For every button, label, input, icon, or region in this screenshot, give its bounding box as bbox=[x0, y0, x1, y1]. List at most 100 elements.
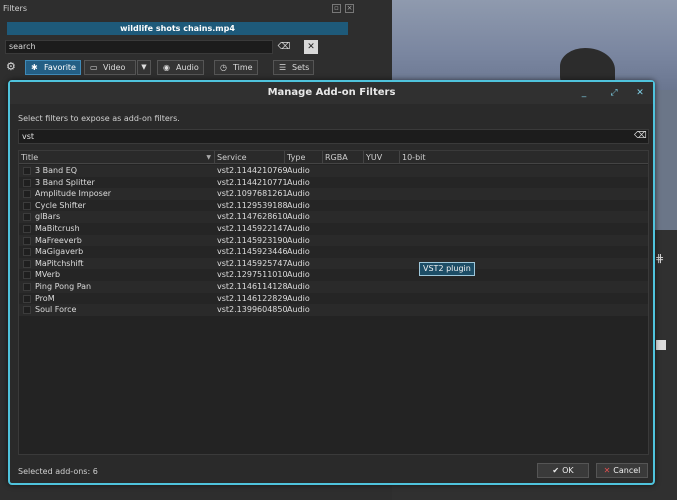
table-row[interactable]: 3 Band Splitter vst2.1144210771 Audio bbox=[19, 176, 648, 189]
clear-filter-icon[interactable]: ⌫ bbox=[634, 131, 647, 142]
maximize-icon[interactable]: ⤢ bbox=[608, 87, 620, 99]
row-checkbox[interactable] bbox=[23, 271, 31, 280]
row-checkbox[interactable] bbox=[23, 213, 31, 222]
tab-video-label: Video bbox=[103, 63, 126, 72]
current-file-banner: wildlife shots chains.mp4 bbox=[7, 22, 348, 35]
table-row[interactable]: 3 Band EQ vst2.1144210769 Audio bbox=[19, 165, 648, 177]
filter-search-input[interactable]: search bbox=[5, 40, 273, 54]
row-type: Audio bbox=[287, 270, 310, 280]
speaker-icon: ◉ bbox=[163, 63, 170, 72]
table-row[interactable]: glBars vst2.1147628610 Audio bbox=[19, 211, 648, 223]
row-checkbox[interactable] bbox=[23, 224, 31, 233]
row-service: vst2.1144210771 bbox=[217, 177, 288, 187]
row-checkbox[interactable] bbox=[23, 259, 31, 268]
clock-icon: ◷ bbox=[220, 63, 227, 72]
cancel-icon: ✕ bbox=[603, 466, 611, 475]
tab-favorite[interactable]: ✱ Favorite bbox=[25, 60, 81, 75]
row-title: Amplitude Imposer bbox=[35, 189, 112, 199]
filters-panel-title: Filters bbox=[3, 4, 27, 13]
row-service: vst2.1399604850 bbox=[217, 305, 288, 315]
close-search-icon[interactable]: ✕ bbox=[304, 40, 318, 54]
cancel-button[interactable]: ✕ Cancel bbox=[596, 463, 648, 478]
clear-search-icon[interactable]: ⌫ bbox=[276, 40, 292, 54]
row-checkbox[interactable] bbox=[23, 178, 31, 187]
table-row[interactable]: Soul Force vst2.1399604850 Audio bbox=[19, 304, 648, 316]
row-service: vst2.1144210769 bbox=[217, 166, 288, 175]
tab-audio[interactable]: ◉ Audio bbox=[157, 60, 204, 75]
row-checkbox[interactable] bbox=[23, 190, 31, 199]
column-header-rgba[interactable]: RGBA bbox=[323, 151, 364, 164]
row-service: vst2.1129539188 bbox=[217, 200, 288, 210]
table-row[interactable]: MaBitcrush vst2.1145922147 Audio bbox=[19, 222, 648, 235]
row-title: 3 Band EQ bbox=[35, 166, 78, 175]
addon-filter-input[interactable]: vst bbox=[18, 129, 649, 144]
tab-favorite-label: Favorite bbox=[44, 63, 76, 72]
gear-icon[interactable]: ⚙ bbox=[6, 60, 16, 73]
column-header-title[interactable]: Title ▼ bbox=[19, 151, 215, 164]
row-service: vst2.1146114128 bbox=[217, 281, 288, 291]
minimize-icon[interactable]: _ bbox=[578, 87, 590, 99]
row-title: 3 Band Splitter bbox=[35, 177, 95, 187]
column-title-label: Title bbox=[21, 153, 39, 162]
row-title: glBars bbox=[35, 212, 61, 222]
row-type: Audio bbox=[287, 247, 310, 257]
column-header-yuv[interactable]: YUV bbox=[364, 151, 400, 164]
table-row[interactable]: MaGigaverb vst2.1145923446 Audio bbox=[19, 246, 648, 258]
row-checkbox[interactable] bbox=[23, 282, 31, 291]
sort-descending-icon: ▼ bbox=[206, 154, 211, 161]
ok-label: OK bbox=[562, 466, 574, 475]
tab-video[interactable]: ▭ Video bbox=[84, 60, 136, 75]
row-checkbox[interactable] bbox=[23, 306, 31, 315]
row-title: MaBitcrush bbox=[35, 223, 80, 233]
close-icon[interactable]: ✕ bbox=[634, 87, 646, 99]
row-type: Audio bbox=[287, 189, 310, 199]
float-panel-icon[interactable]: ▫ bbox=[332, 4, 341, 13]
monitor-icon: ▭ bbox=[90, 63, 98, 72]
video-dropdown-button[interactable]: ▼ bbox=[137, 60, 151, 75]
table-row[interactable]: Cycle Shifter vst2.1129539188 Audio bbox=[19, 199, 648, 212]
row-checkbox[interactable] bbox=[23, 167, 31, 175]
side-handle[interactable] bbox=[656, 340, 666, 350]
column-header-service[interactable]: Service bbox=[215, 151, 285, 164]
row-service: vst2.1145925747 bbox=[217, 258, 288, 268]
row-type: Audio bbox=[287, 177, 310, 187]
row-service: vst2.1146122829 bbox=[217, 293, 288, 303]
row-title: Ping Pong Pan bbox=[35, 281, 92, 291]
row-title: MaGigaverb bbox=[35, 247, 84, 257]
row-type: Audio bbox=[287, 305, 310, 315]
row-type: Audio bbox=[287, 166, 310, 175]
column-header-type[interactable]: Type bbox=[285, 151, 323, 164]
table-row[interactable]: MVerb vst2.1297511010 Audio bbox=[19, 269, 648, 281]
table-row[interactable]: MaFreeverb vst2.1145923190 Audio bbox=[19, 234, 648, 247]
row-checkbox[interactable] bbox=[23, 294, 31, 303]
row-type: Audio bbox=[287, 281, 310, 291]
preview-image bbox=[392, 0, 677, 90]
tooltip: VST2 plugin bbox=[419, 262, 475, 276]
table-row[interactable]: ProM vst2.1146122829 Audio bbox=[19, 292, 648, 305]
row-type: Audio bbox=[287, 293, 310, 303]
row-type: Audio bbox=[287, 200, 310, 210]
row-checkbox[interactable] bbox=[23, 236, 31, 245]
table-row[interactable]: Ping Pong Pan vst2.1146114128 Audio bbox=[19, 280, 648, 293]
checkmark-icon: ✔ bbox=[552, 466, 560, 475]
table-row[interactable]: Amplitude Imposer vst2.1097681261 Audio bbox=[19, 188, 648, 200]
row-type: Audio bbox=[287, 235, 310, 245]
column-header-10bit[interactable]: 10-bit bbox=[400, 151, 648, 164]
addon-filters-table[interactable]: Title ▼ Service Type RGBA YUV 10-bit 3 B… bbox=[18, 150, 649, 455]
dialog-description: Select filters to expose as add-on filte… bbox=[18, 114, 180, 123]
table-row[interactable]: MaPitchshift vst2.1145925747 Audio bbox=[19, 257, 648, 270]
cancel-label: Cancel bbox=[613, 466, 641, 475]
tab-sets[interactable]: ☰ Sets bbox=[273, 60, 315, 75]
tab-time[interactable]: ◷ Time bbox=[214, 60, 258, 75]
tab-sets-label: Sets bbox=[292, 63, 310, 72]
row-title: Soul Force bbox=[35, 305, 77, 315]
row-checkbox[interactable] bbox=[23, 248, 31, 257]
ok-button[interactable]: ✔ OK bbox=[537, 463, 589, 478]
close-panel-icon[interactable]: × bbox=[345, 4, 354, 13]
row-title: ProM bbox=[35, 293, 55, 303]
star-icon: ✱ bbox=[31, 63, 38, 72]
row-service: vst2.1145922147 bbox=[217, 223, 288, 233]
row-type: Audio bbox=[287, 223, 310, 233]
grid-icon[interactable]: ⋕ bbox=[655, 252, 664, 265]
row-checkbox[interactable] bbox=[23, 201, 31, 210]
